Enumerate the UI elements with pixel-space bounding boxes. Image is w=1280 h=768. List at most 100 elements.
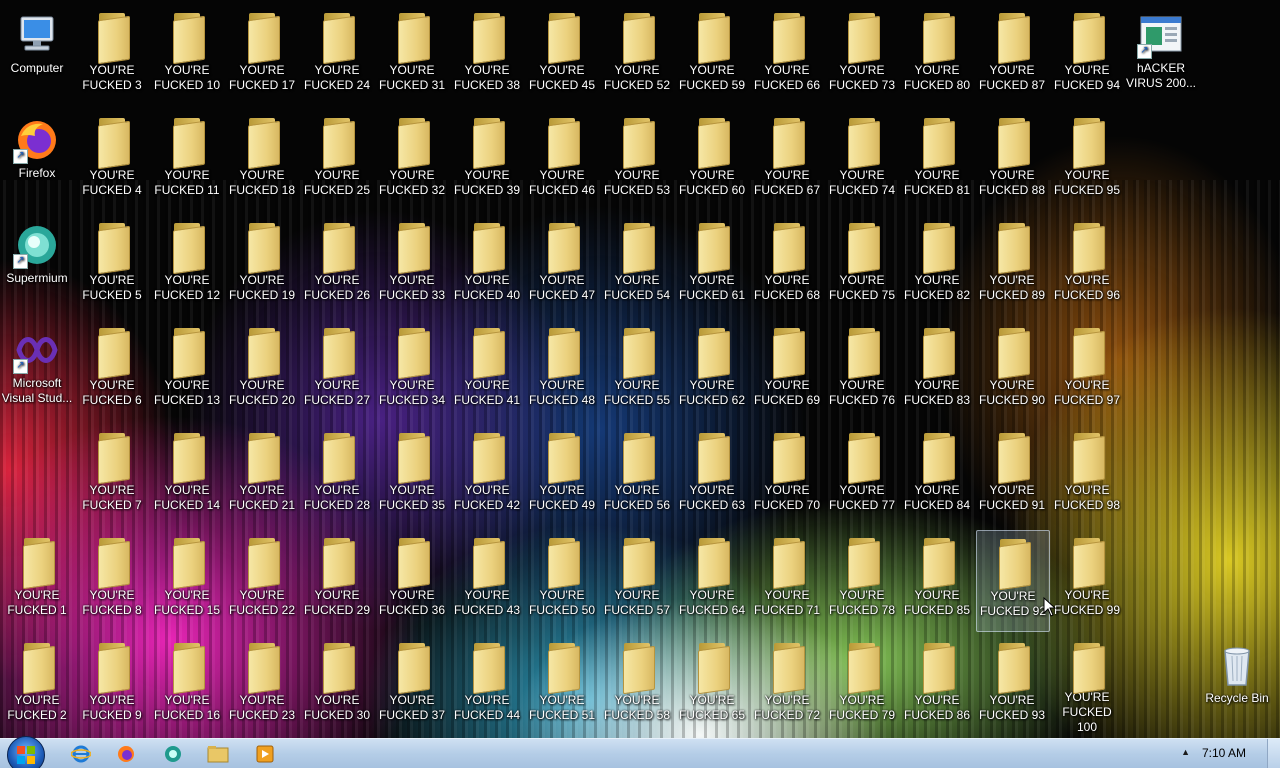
folder-item[interactable]: YOU'RE FUCKED 79 [826,635,898,735]
folder-item[interactable]: YOU'RE FUCKED 1 [1,530,73,630]
taskbar-file-explorer-button[interactable] [200,742,236,766]
folder-item[interactable]: YOU'RE FUCKED 40 [451,215,523,315]
folder-item[interactable]: YOU'RE FUCKED 2 [1,635,73,735]
hacker-virus-shortcut[interactable]: ↗ hACKER VIRUS 200... [1125,5,1197,105]
folder-item[interactable]: YOU'RE FUCKED 43 [451,530,523,630]
folder-item[interactable]: YOU'RE FUCKED 18 [226,110,298,210]
folder-item[interactable]: YOU'RE FUCKED 56 [601,425,673,525]
computer-shortcut[interactable]: Computer [1,5,73,105]
folder-item[interactable]: YOU'RE FUCKED 4 [76,110,148,210]
folder-item[interactable]: YOU'RE FUCKED 95 [1051,110,1123,210]
folder-item[interactable]: YOU'RE FUCKED 80 [901,5,973,105]
folder-item[interactable]: YOU'RE FUCKED 62 [676,320,748,420]
folder-item[interactable]: YOU'RE FUCKED 7 [76,425,148,525]
folder-item[interactable]: YOU'RE FUCKED 47 [526,215,598,315]
folder-item[interactable]: YOU'RE FUCKED 34 [376,320,448,420]
folder-item[interactable]: YOU'RE FUCKED 16 [151,635,223,735]
show-desktop-button[interactable] [1267,739,1280,768]
folder-item[interactable]: YOU'RE FUCKED 71 [751,530,823,630]
folder-item[interactable]: YOU'RE FUCKED 28 [301,425,373,525]
folder-item[interactable]: YOU'RE FUCKED 78 [826,530,898,630]
folder-item[interactable]: YOU'RE FUCKED 51 [526,635,598,735]
folder-item[interactable]: YOU'RE FUCKED 88 [976,110,1048,210]
folder-item[interactable]: YOU'RE FUCKED 63 [676,425,748,525]
folder-item[interactable]: YOU'RE FUCKED 61 [676,215,748,315]
folder-item[interactable]: YOU'RE FUCKED 30 [301,635,373,735]
folder-item[interactable]: YOU'RE FUCKED 25 [301,110,373,210]
taskbar-media-player-button[interactable] [247,742,283,766]
folder-item[interactable]: YOU'RE FUCKED 33 [376,215,448,315]
folder-item[interactable]: YOU'RE FUCKED 5 [76,215,148,315]
folder-item[interactable]: YOU'RE FUCKED 50 [526,530,598,630]
folder-item[interactable]: YOU'RE FUCKED 14 [151,425,223,525]
folder-item[interactable]: YOU'RE FUCKED 54 [601,215,673,315]
folder-item[interactable]: YOU'RE FUCKED 57 [601,530,673,630]
folder-item[interactable]: YOU'RE FUCKED 93 [976,635,1048,735]
folder-item[interactable]: YOU'RE FUCKED 100 [1051,635,1123,735]
folder-item[interactable]: YOU'RE FUCKED 96 [1051,215,1123,315]
folder-item[interactable]: YOU'RE FUCKED 3 [76,5,148,105]
folder-item[interactable]: YOU'RE FUCKED 97 [1051,320,1123,420]
folder-item[interactable]: YOU'RE FUCKED 66 [751,5,823,105]
folder-item[interactable]: YOU'RE FUCKED 26 [301,215,373,315]
folder-item[interactable]: YOU'RE FUCKED 39 [451,110,523,210]
folder-item[interactable]: YOU'RE FUCKED 23 [226,635,298,735]
folder-item[interactable]: YOU'RE FUCKED 98 [1051,425,1123,525]
taskbar-internet-explorer-button[interactable] [63,742,99,766]
folder-item[interactable]: YOU'RE FUCKED 21 [226,425,298,525]
folder-item[interactable]: YOU'RE FUCKED 70 [751,425,823,525]
firefox-shortcut[interactable]: ↗ Firefox [1,110,73,210]
folder-item[interactable]: YOU'RE FUCKED 35 [376,425,448,525]
folder-item[interactable]: YOU'RE FUCKED 20 [226,320,298,420]
folder-item[interactable]: YOU'RE FUCKED 68 [751,215,823,315]
folder-item[interactable]: YOU'RE FUCKED 90 [976,320,1048,420]
folder-item[interactable]: YOU'RE FUCKED 74 [826,110,898,210]
taskbar-firefox-button[interactable] [108,742,144,766]
folder-item[interactable]: YOU'RE FUCKED 12 [151,215,223,315]
folder-item[interactable]: YOU'RE FUCKED 19 [226,215,298,315]
folder-item[interactable]: YOU'RE FUCKED 17 [226,5,298,105]
folder-item[interactable]: YOU'RE FUCKED 87 [976,5,1048,105]
folder-item[interactable]: YOU'RE FUCKED 24 [301,5,373,105]
folder-item[interactable]: YOU'RE FUCKED 6 [76,320,148,420]
folder-item[interactable]: YOU'RE FUCKED 82 [901,215,973,315]
folder-item[interactable]: YOU'RE FUCKED 46 [526,110,598,210]
folder-item[interactable]: YOU'RE FUCKED 27 [301,320,373,420]
clock[interactable]: 7:10 AM [1202,746,1246,760]
folder-item[interactable]: YOU'RE FUCKED 91 [976,425,1048,525]
folder-item[interactable]: YOU'RE FUCKED 41 [451,320,523,420]
folder-item[interactable]: YOU'RE FUCKED 94 [1051,5,1123,105]
folder-item[interactable]: YOU'RE FUCKED 32 [376,110,448,210]
folder-item[interactable]: YOU'RE FUCKED 49 [526,425,598,525]
visual-studio-shortcut[interactable]: ↗ Microsoft Visual Stud... [1,320,73,420]
folder-item[interactable]: YOU'RE FUCKED 92 [976,530,1050,632]
folder-item[interactable]: YOU'RE FUCKED 85 [901,530,973,630]
folder-item[interactable]: YOU'RE FUCKED 8 [76,530,148,630]
folder-item[interactable]: YOU'RE FUCKED 45 [526,5,598,105]
folder-item[interactable]: YOU'RE FUCKED 83 [901,320,973,420]
taskbar-supermium-button[interactable] [155,742,191,766]
folder-item[interactable]: YOU'RE FUCKED 13 [151,320,223,420]
folder-item[interactable]: YOU'RE FUCKED 89 [976,215,1048,315]
folder-item[interactable]: YOU'RE FUCKED 37 [376,635,448,735]
folder-item[interactable]: YOU'RE FUCKED 81 [901,110,973,210]
folder-item[interactable]: YOU'RE FUCKED 29 [301,530,373,630]
folder-item[interactable]: YOU'RE FUCKED 42 [451,425,523,525]
folder-item[interactable]: YOU'RE FUCKED 15 [151,530,223,630]
folder-item[interactable]: YOU'RE FUCKED 76 [826,320,898,420]
folder-item[interactable]: YOU'RE FUCKED 73 [826,5,898,105]
folder-item[interactable]: YOU'RE FUCKED 72 [751,635,823,735]
folder-item[interactable]: YOU'RE FUCKED 67 [751,110,823,210]
folder-item[interactable]: YOU'RE FUCKED 31 [376,5,448,105]
folder-item[interactable]: YOU'RE FUCKED 10 [151,5,223,105]
folder-item[interactable]: YOU'RE FUCKED 86 [901,635,973,735]
folder-item[interactable]: YOU'RE FUCKED 65 [676,635,748,735]
windows-start-icon[interactable] [7,736,45,768]
folder-item[interactable]: YOU'RE FUCKED 55 [601,320,673,420]
folder-item[interactable]: YOU'RE FUCKED 60 [676,110,748,210]
show-hidden-icons-button[interactable]: ▲ [1181,747,1190,757]
folder-item[interactable]: YOU'RE FUCKED 69 [751,320,823,420]
supermium-shortcut[interactable]: ↗ Supermium [1,215,73,315]
folder-item[interactable]: YOU'RE FUCKED 53 [601,110,673,210]
folder-item[interactable]: YOU'RE FUCKED 58 [601,635,673,735]
